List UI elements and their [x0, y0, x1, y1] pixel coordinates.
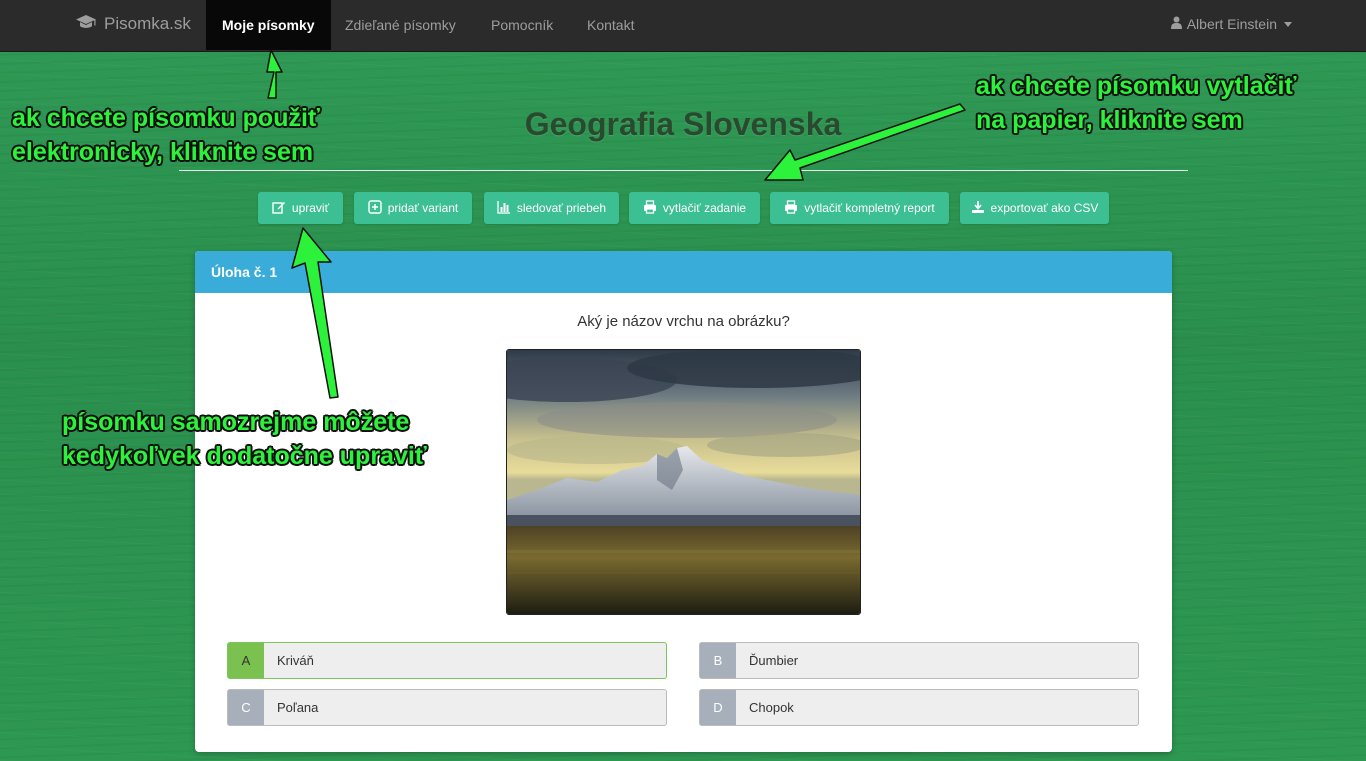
edit-icon: [272, 200, 286, 217]
edit-button[interactable]: upraviť: [258, 192, 343, 224]
mountain-photo: [506, 349, 861, 615]
annotation-line: ak chcete písomku vytlačiť: [976, 72, 1297, 100]
printer-icon: [784, 199, 798, 217]
user-menu[interactable]: Albert Einstein: [1170, 0, 1292, 48]
print-report-button[interactable]: vytlačiť kompletný report: [770, 192, 949, 224]
annotation-line: ak chcete písomku použiť: [12, 104, 320, 132]
answer-letter: C: [228, 690, 264, 725]
nav-item-zdielane-pisomky[interactable]: Zdieľané písomky: [345, 0, 456, 50]
export-csv-button[interactable]: exportovať ako CSV: [960, 192, 1109, 224]
printer-icon: [643, 199, 657, 217]
nav-item-moje-pisomky[interactable]: Moje písomky: [206, 0, 331, 50]
print-task-label: vytlačiť zadanie: [662, 201, 747, 215]
annotation-line: kedykoľvek dodatočne upraviť: [62, 442, 427, 470]
task-card: Úloha č. 1 Aký je názov vrchu na obrázku…: [195, 251, 1172, 752]
answer-letter: B: [700, 643, 736, 678]
answer-option-b[interactable]: B Ďumbier: [699, 642, 1139, 679]
answer-option-c[interactable]: C Poľana: [227, 689, 667, 726]
answer-text: Poľana: [277, 700, 319, 715]
user-icon: [1170, 16, 1182, 32]
title-divider: [179, 170, 1188, 171]
answer-text: Chopok: [749, 700, 794, 715]
print-report-label: vytlačiť kompletný report: [804, 201, 935, 215]
answer-text: Kriváň: [277, 653, 314, 668]
track-progress-label: sledovať priebeh: [516, 201, 607, 215]
graduation-cap-icon: [75, 14, 97, 35]
add-variant-button[interactable]: pridať variant: [354, 192, 472, 224]
annotation-line: písomku samozrejme môžete: [62, 408, 410, 436]
brand-logo[interactable]: Pisomka.sk: [75, 0, 191, 48]
answer-option-a[interactable]: A Kriváň: [227, 642, 667, 679]
question-text: Aký je názov vrchu na obrázku?: [577, 313, 790, 330]
top-navbar: Pisomka.sk Moje písomky Zdieľané písomky…: [0, 0, 1366, 52]
export-csv-label: exportovať ako CSV: [990, 201, 1099, 215]
annotation-print: ak chcete písomku vytlačiť na papier, kl…: [976, 69, 1296, 137]
annotation-edit: písomku samozrejme môžete kedykoľvek dod…: [62, 405, 427, 473]
answer-letter: A: [228, 643, 264, 678]
arrow-up-icon: [266, 49, 283, 99]
user-name: Albert Einstein: [1186, 16, 1277, 32]
plus-square-icon: [368, 199, 382, 217]
annotation-line: na papier, kliknite sem: [976, 106, 1243, 134]
answer-text: Ďumbier: [749, 653, 799, 668]
answer-option-d[interactable]: D Chopok: [699, 689, 1139, 726]
add-variant-label: pridať variant: [387, 201, 459, 215]
nav-item-kontakt[interactable]: Kontakt: [587, 0, 634, 50]
test-toolbar: upraviť pridať variant sledovať priebeh …: [0, 192, 1366, 224]
brand-name: Pisomka.sk: [104, 14, 191, 33]
track-progress-button[interactable]: sledovať priebeh: [484, 192, 619, 224]
print-task-button[interactable]: vytlačiť zadanie: [629, 192, 760, 224]
bar-chart-icon: [497, 200, 511, 217]
annotation-line: elektronicky, kliknite sem: [12, 138, 314, 166]
answer-letter: D: [700, 690, 736, 725]
edit-button-label: upraviť: [291, 201, 330, 215]
download-icon: [971, 200, 985, 217]
task-header: Úloha č. 1: [195, 251, 1172, 293]
chevron-down-icon: [1284, 21, 1292, 27]
annotation-electronic: ak chcete písomku použiť elektronicky, k…: [12, 101, 320, 169]
nav-item-pomocnik[interactable]: Pomocník: [491, 0, 553, 50]
